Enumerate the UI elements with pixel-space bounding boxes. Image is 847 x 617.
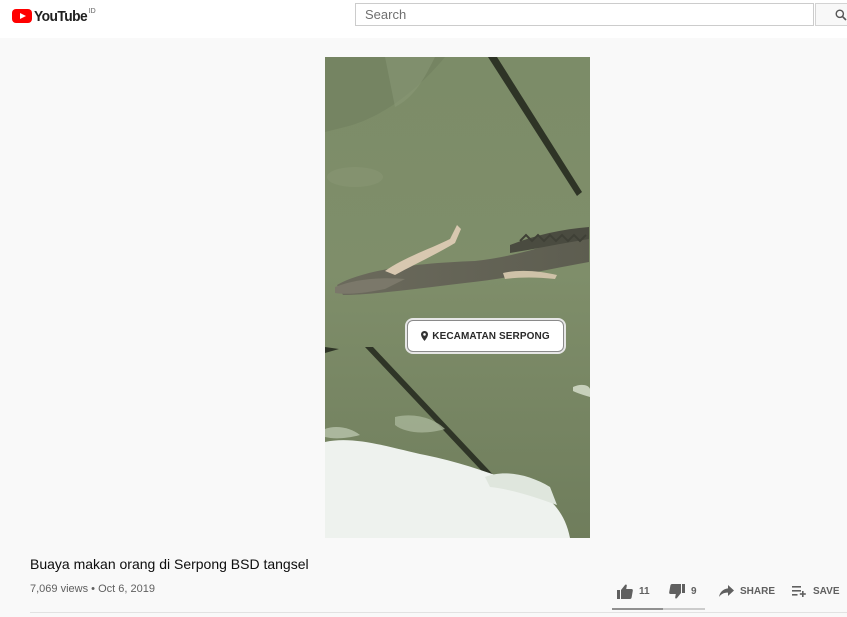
video-player[interactable]: KECAMATAN SERPONG [325,57,590,538]
upload-date: Oct 6, 2019 [98,583,155,595]
add-to-playlist-icon [792,586,806,597]
country-code: ID [88,8,96,15]
video-title: Buaya makan orang di Serpong BSD tangsel [30,556,309,572]
youtube-logo-icon [12,9,32,23]
thumbs-up-icon [617,583,633,599]
search-input[interactable]: Search [355,3,814,26]
sentiment-bar [612,608,705,610]
share-icon [719,585,734,597]
share-button[interactable]: SHARE [719,581,775,601]
share-label: SHARE [740,585,776,597]
location-pin-icon [421,331,429,341]
youtube-logo[interactable]: YouTube ID [12,7,96,27]
meta-separator: • [88,583,99,595]
location-text: KECAMATAN SERPONG [432,330,550,342]
dislike-button[interactable]: 9 [669,581,697,601]
search-button[interactable] [815,3,847,26]
dislike-count: 9 [691,585,697,597]
video-frame [325,57,590,538]
save-button[interactable]: SAVE [792,581,840,601]
location-sticker: KECAMATAN SERPONG [407,320,564,352]
video-meta: 7,069 views • Oct 6, 2019 [30,583,155,595]
save-label: SAVE [813,585,840,597]
like-button[interactable]: 11 [617,581,650,601]
divider [30,612,847,613]
sentiment-bar-likes [612,608,664,610]
thumbs-down-icon [669,583,685,599]
logo-text: YouTube [34,8,88,25]
masthead: YouTube ID Search [0,0,847,38]
view-count: 7,069 views [30,583,89,595]
like-count: 11 [639,585,650,597]
search-icon [835,9,847,21]
